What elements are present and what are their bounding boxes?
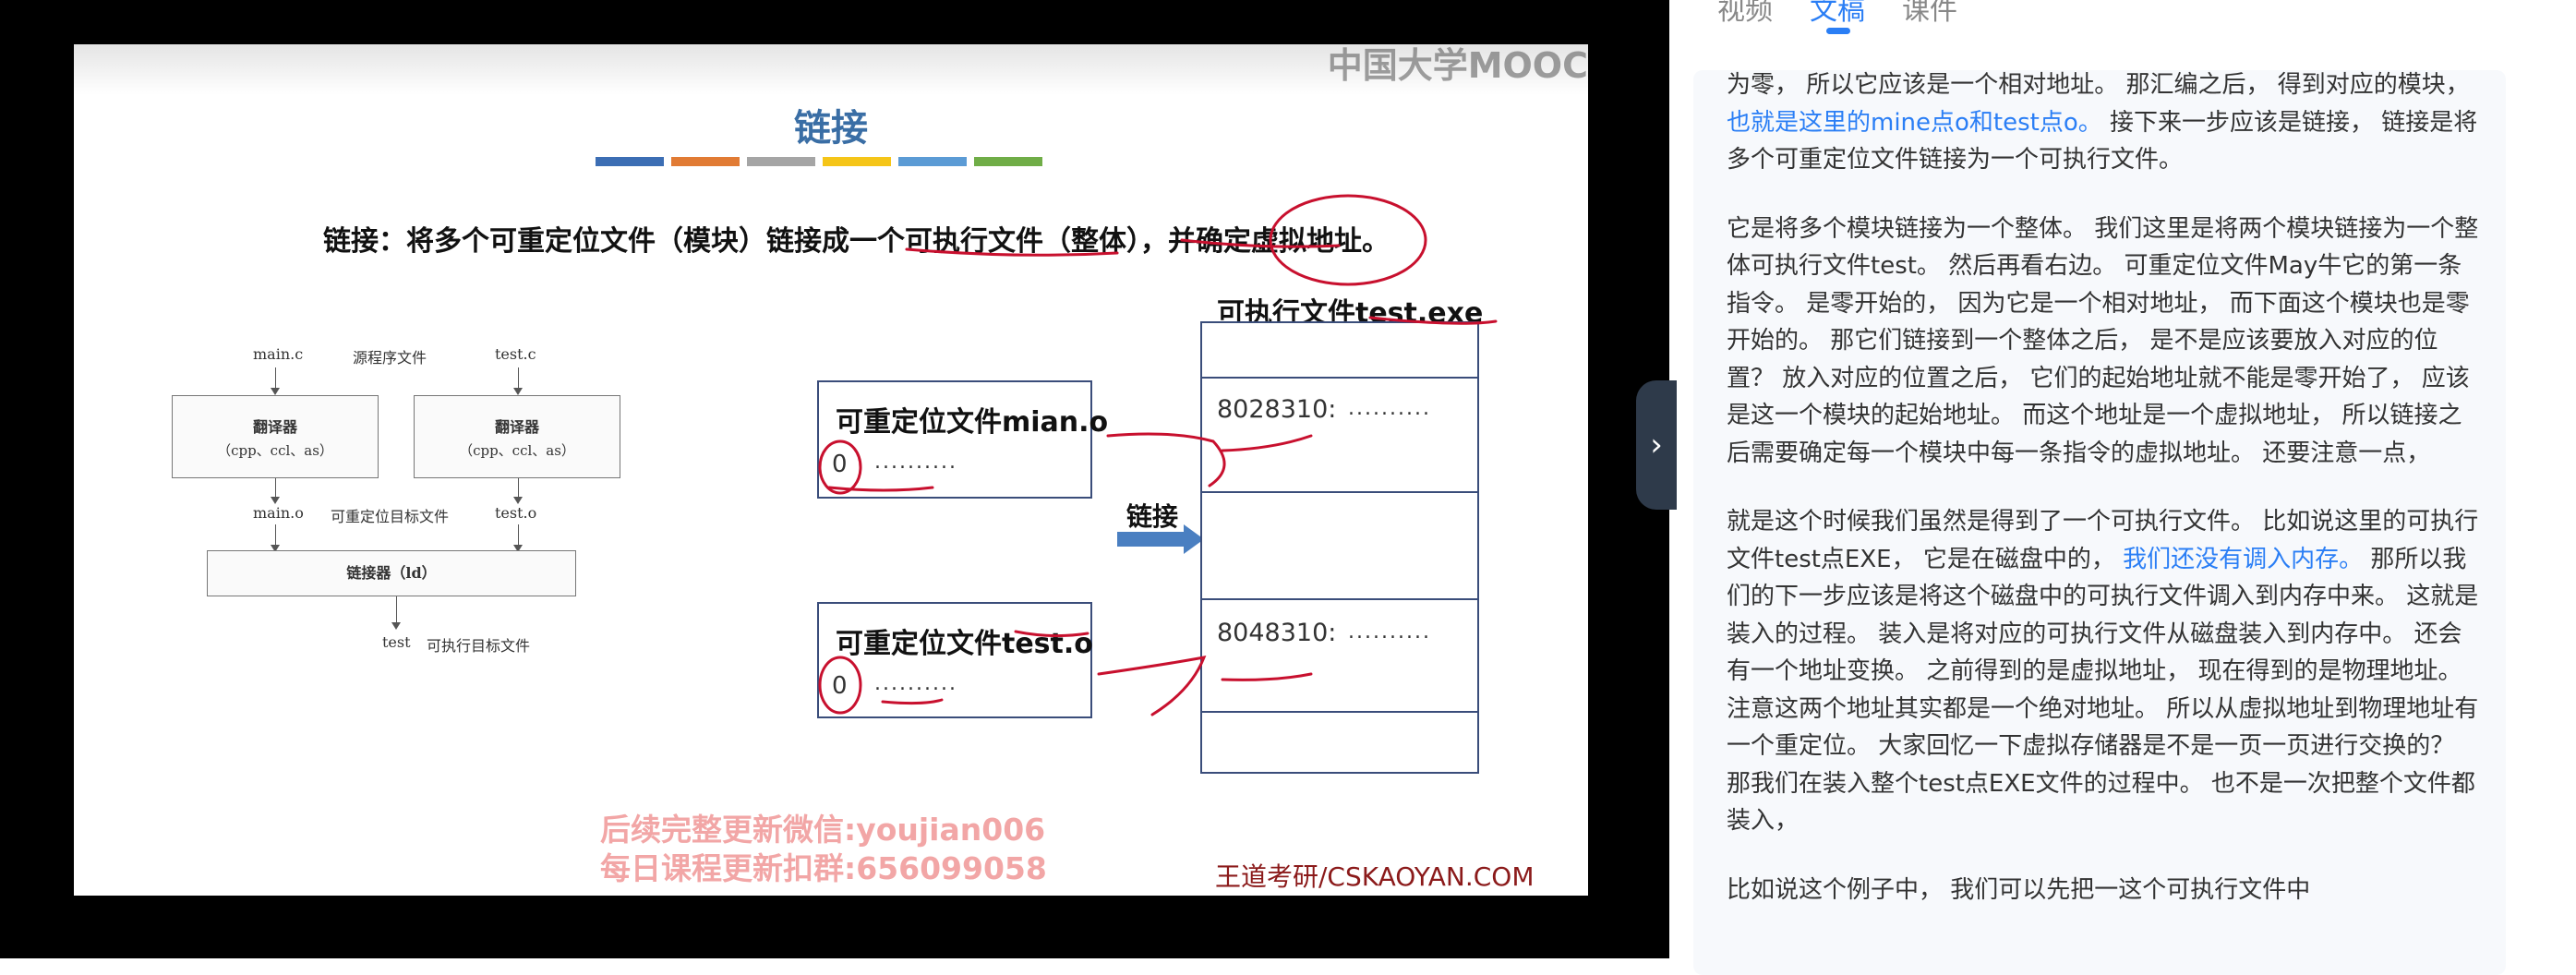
tab-courseware[interactable]: 课件	[1902, 0, 1957, 28]
transcript-paragraph: 它是将多个模块链接为一个整体。 我们这里是将两个模块链接为一个整体可执行文件te…	[1693, 211, 2506, 473]
side-panel: › 视频 文稿 课件 为零， 所以它应该是一个相对地址。 那汇编之后， 得到对应…	[1636, 0, 2576, 975]
video-player[interactable]: 中国大学MOOC 链接 链接：将多个可重定位文件（模块）链接成一个可执行文件（整…	[0, 0, 1669, 958]
underline-annotation	[1221, 672, 1313, 681]
transcript-text: 为零， 所以它应该是一个相对地址。 那汇编之后， 得到对应的模块，	[1727, 71, 2470, 99]
arrow-annotation	[1106, 432, 1226, 488]
panel-tabs: 视频 文稿 课件	[1717, 0, 1957, 34]
underline-annotation	[1368, 316, 1498, 325]
underline-annotation	[1180, 238, 1341, 248]
transcript-body[interactable]: 为零， 所以它应该是一个相对地址。 那汇编之后， 得到对应的模块， 也就是这里的…	[1693, 70, 2506, 975]
circle-annotation	[1269, 194, 1427, 286]
tab-video[interactable]: 视频	[1717, 0, 1773, 28]
underline-annotation	[881, 698, 944, 705]
transcript-paragraph: 就是这个时候我们虽然是得到了一个可执行文件。 比如说这里的可执行文件test点E…	[1693, 503, 2506, 840]
tab-transcript[interactable]: 文稿	[1810, 0, 1865, 34]
transcript-highlight[interactable]: 我们还没有调入内存。	[2123, 546, 2363, 573]
arrow-annotation	[1097, 656, 1207, 716]
transcript-text: 比如说这个例子中， 我们可以先把一这个可执行文件中	[1727, 875, 2311, 904]
underline-annotation	[1221, 434, 1313, 452]
circle-annotation	[818, 656, 862, 715]
transcript-paragraph: 比如说这个例子中， 我们可以先把一这个可执行文件中	[1693, 872, 2506, 909]
transcript-paragraph: 为零， 所以它应该是一个相对地址。 那汇编之后， 得到对应的模块， 也就是这里的…	[1693, 70, 2506, 179]
underline-annotation	[905, 247, 1119, 257]
circle-annotation	[818, 439, 862, 495]
transcript-text: 那所以我们的下一步应该是将这个磁盘中的可执行文件调入到内存中来。 这就是装入的过…	[1727, 545, 2479, 836]
handwritten-annotations	[818, 194, 1498, 716]
underline-annotation	[1014, 630, 1089, 638]
lecture-slide: 中国大学MOOC 链接 链接：将多个可重定位文件（模块）链接成一个可执行文件（整…	[74, 44, 1588, 896]
transcript-text: 它是将多个模块链接为一个整体。 我们这里是将两个模块链接为一个整体可执行文件te…	[1727, 214, 2479, 467]
transcript-highlight[interactable]: 也就是这里的mine点o和test点o。	[1727, 109, 2102, 137]
underline-annotation	[827, 486, 934, 492]
chevron-right-icon: ›	[1650, 427, 1663, 463]
expand-panel-button[interactable]: ›	[1636, 380, 1677, 510]
